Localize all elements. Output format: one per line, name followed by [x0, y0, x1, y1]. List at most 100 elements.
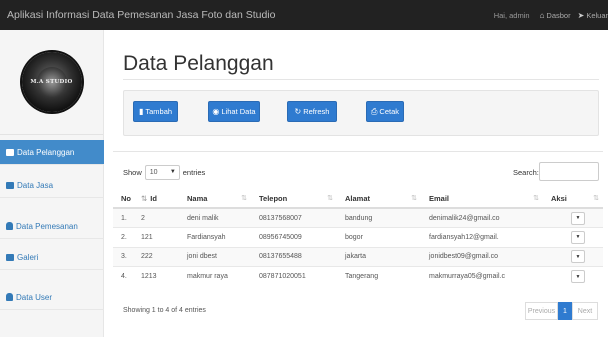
- cell-alamat: bogor: [337, 227, 421, 247]
- cell-no: 3.: [113, 246, 133, 267]
- title-divider: [123, 79, 599, 80]
- sort-icon: ⇅: [533, 195, 539, 202]
- app-title[interactable]: Aplikasi Informasi Data Pemesanan Jasa F…: [0, 9, 275, 21]
- cell-email: denimalik24@gmail.co: [421, 207, 543, 228]
- cell-telepon: 087871020051: [251, 266, 337, 286]
- column-header-no[interactable]: No: [113, 189, 133, 209]
- search-label: Search:: [513, 168, 539, 177]
- column-header-aksi[interactable]: Aksi ⇅: [543, 189, 603, 209]
- search-input[interactable]: [539, 162, 599, 181]
- cell-telepon: 08956745009: [251, 227, 337, 247]
- action-dropdown[interactable]: ▼: [571, 270, 585, 283]
- lihat-data-button[interactable]: ◉ Lihat Data: [208, 101, 260, 122]
- navbar-right: Hai, admin ⌂ Dasbor ➤ Keluar: [494, 0, 608, 30]
- sidebar-item-label: Data Pemesanan: [16, 221, 78, 231]
- tambah-button[interactable]: ▮ Tambah: [133, 101, 178, 122]
- sidebar-item-label: Data User: [16, 292, 53, 302]
- action-dropdown[interactable]: ▼: [571, 211, 585, 225]
- toolbar-panel: [123, 90, 599, 136]
- cell-nama: joni dbest: [179, 246, 251, 267]
- action-dropdown[interactable]: ▼: [571, 250, 585, 264]
- sidebar-item-data-pemesanan[interactable]: Data Pemesanan: [0, 214, 104, 239]
- page-title: Data Pelanggan: [123, 52, 274, 75]
- sidebar-item-galeri[interactable]: Galeri: [0, 245, 104, 270]
- dashboard-label: Dasbor: [546, 10, 571, 20]
- cell-id: 222: [133, 246, 179, 267]
- file-icon: ▮: [138, 107, 144, 116]
- column-header-email[interactable]: Email ⇅: [421, 189, 543, 209]
- action-dropdown[interactable]: ▼: [571, 230, 585, 244]
- logout-link[interactable]: ➤ Keluar: [578, 11, 608, 20]
- previous-page-button[interactable]: Previous: [525, 302, 558, 320]
- table-row: 2. 121 Fardiansyah 08956745009 bogor far…: [113, 227, 603, 247]
- cell-no: 4.: [113, 266, 133, 286]
- cetak-button[interactable]: ⎙ Cetak: [366, 101, 404, 122]
- cell-email: makmurraya05@gmail.c: [421, 266, 543, 286]
- logo-text: M.A STUDIO: [30, 79, 73, 85]
- entries-control: Show 10 ▼ entries: [123, 165, 205, 180]
- cell-no: 1.: [113, 207, 133, 228]
- eye-icon: ◉: [212, 107, 220, 116]
- picture-icon: [6, 181, 14, 189]
- book-icon: [6, 148, 14, 156]
- home-icon: ⌂: [539, 10, 545, 20]
- refresh-button[interactable]: ↻ Refresh: [287, 101, 337, 122]
- user-greeting: Hai, admin: [493, 10, 530, 20]
- table-row: 1. 2 deni malik 08137568007 bandung deni…: [113, 207, 603, 228]
- cell-aksi: ▼: [543, 207, 603, 228]
- customer-table: No ⇅ Id Nama ⇅ Telepon ⇅ Alamat ⇅ Email ⇅ Aks…: [113, 189, 603, 286]
- cell-nama: Fardiansyah: [179, 227, 251, 247]
- cell-telepon: 08137568007: [251, 207, 337, 228]
- caret-down-icon: ▼: [575, 215, 581, 221]
- entries-label: entries: [182, 168, 206, 177]
- lihat-data-label: Lihat Data: [221, 107, 256, 116]
- logo-area: M.A STUDIO: [0, 30, 103, 135]
- cell-aksi: ▼: [543, 246, 603, 267]
- table-header-row: No ⇅ Id Nama ⇅ Telepon ⇅ Alamat ⇅ Email ⇅ Aks…: [113, 189, 603, 209]
- logo-lens: M.A STUDIO: [30, 67, 72, 97]
- section-divider: [113, 151, 603, 152]
- sidebar-item-data-pelanggan[interactable]: Data Pelanggan: [0, 140, 104, 165]
- page-1-button[interactable]: 1: [558, 302, 572, 320]
- cell-email: jonidbest09@gmail.co: [421, 246, 543, 267]
- table-row: 3. 222 joni dbest 08137655488 jakarta jo…: [113, 246, 603, 267]
- entries-select[interactable]: 10 ▼: [144, 165, 180, 180]
- refresh-icon: ↻: [294, 107, 302, 116]
- cell-aksi: ▼: [543, 266, 603, 286]
- sidebar-item-data-user[interactable]: Data User: [0, 285, 104, 310]
- sort-icon: ⇅: [327, 195, 333, 202]
- sort-icon: ⇅: [411, 195, 417, 202]
- tambah-label: Tambah: [145, 107, 173, 116]
- dashboard-link[interactable]: ⌂ Dasbor: [540, 11, 571, 20]
- sort-icon: ⇅: [241, 195, 247, 202]
- entries-value: 10: [149, 169, 158, 176]
- next-page-button[interactable]: Next: [572, 302, 598, 320]
- table-row: 4. 1213 makmur raya 087871020051 Tangera…: [113, 266, 603, 286]
- cell-id: 2: [133, 207, 179, 228]
- cell-nama: deni malik: [179, 207, 251, 228]
- cell-no: 2.: [113, 227, 133, 247]
- sort-icon: ⇅: [593, 195, 599, 202]
- caret-down-icon: ▼: [169, 169, 176, 175]
- column-header-telepon[interactable]: Telepon ⇅: [251, 189, 337, 209]
- sidebar-item-label: Galeri: [17, 252, 39, 262]
- column-header-alamat[interactable]: Alamat ⇅: [337, 189, 421, 209]
- column-header-nama[interactable]: Nama ⇅: [179, 189, 251, 209]
- studio-logo: M.A STUDIO: [21, 52, 82, 112]
- caret-down-icon: ▼: [575, 234, 581, 241]
- print-icon: ⎙: [371, 106, 378, 116]
- cell-alamat: jakarta: [337, 246, 421, 267]
- caret-down-icon: ▼: [575, 273, 581, 280]
- cell-telepon: 08137655488: [251, 246, 337, 267]
- column-header-id[interactable]: ⇅ Id: [133, 189, 179, 209]
- table-info: Showing 1 to 4 of 4 entries: [123, 307, 206, 314]
- sort-asc-icon: ⇅: [141, 193, 148, 203]
- user-icon: [6, 222, 13, 230]
- refresh-label: Refresh: [303, 107, 330, 116]
- show-label: Show: [123, 168, 142, 177]
- sidebar-item-label: Data Jasa: [17, 180, 54, 190]
- sidebar-item-data-jasa[interactable]: Data Jasa: [0, 173, 104, 198]
- sidebar-item-label: Data Pelanggan: [17, 147, 75, 157]
- cell-nama: makmur raya: [179, 266, 251, 286]
- cetak-label: Cetak: [379, 107, 399, 116]
